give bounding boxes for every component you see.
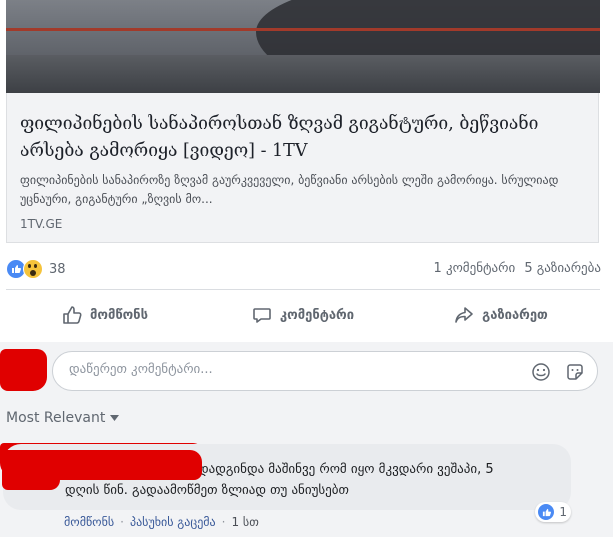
share-button[interactable]: გაზიარეთ — [402, 293, 600, 337]
comment-reply-link[interactable]: პასუხის გაცემა — [130, 515, 216, 529]
comment-composer[interactable] — [52, 351, 598, 391]
caret-down-icon — [110, 415, 120, 421]
link-source: 1TV.GE — [20, 217, 63, 231]
comment-count[interactable]: 1 კომენტარი — [434, 261, 516, 276]
comment-icon — [253, 308, 271, 323]
sticker-icon[interactable] — [565, 362, 585, 382]
sort-dropdown[interactable]: Most Relevant — [6, 410, 120, 426]
comment-reaction-count: 1 — [559, 505, 567, 519]
comment-text-line1: დადგინდა მაშინვე რომ იყო მკვდარი ვეშაპი,… — [198, 462, 494, 477]
post-stats: 1 კომენტარი 5 გაზიარება — [434, 261, 601, 276]
link-preview-image[interactable] — [6, 0, 600, 93]
reaction-count: 38 — [49, 261, 66, 277]
share-count[interactable]: 5 გაზიარება — [524, 261, 601, 276]
post-actions: მომწონს კომენტარი გაზიარეთ — [6, 293, 600, 337]
post-card: ფილიპინების სანაპიროსთან ზღვამ გიგანტური… — [0, 0, 613, 342]
comment-actions: მომწონს · პასუხის გაცემა · 1 სთ — [64, 515, 259, 529]
emoji-icon[interactable] — [531, 362, 551, 382]
comment-time[interactable]: 1 სთ — [231, 515, 258, 529]
link-description: ფილიპინების სანაპიროზე ზღვამ გაურკვეველი… — [20, 173, 559, 206]
thumbs-up-icon — [63, 306, 82, 324]
like-label: მომწონს — [90, 307, 148, 323]
separator: · — [120, 515, 124, 529]
share-label: გაზიარეთ — [482, 307, 548, 323]
share-icon — [455, 307, 473, 323]
comment-label: კომენტარი — [279, 307, 355, 323]
like-button[interactable]: მომწონს — [6, 293, 204, 337]
redacted-commenter-name-tail — [2, 468, 60, 490]
link-title[interactable]: ფილიპინების სანაპიროსთან ზღვამ გიგანტური… — [20, 111, 590, 165]
comment-like-link[interactable]: მომწონს — [64, 515, 114, 529]
comment-reactions[interactable]: 1 — [535, 502, 571, 522]
sort-label: Most Relevant — [6, 410, 106, 426]
link-preview[interactable]: ფილიპინების სანაპიროსთან ზღვამ გიგანტური… — [6, 93, 599, 243]
reactions-summary[interactable]: 38 — [6, 259, 66, 279]
wow-icon — [23, 259, 43, 279]
comment-section: Most Relevant დადგინდა მაშინვე რომ იყო მ… — [0, 342, 613, 537]
like-icon — [537, 503, 556, 521]
image-red-line — [6, 28, 600, 31]
image-water — [6, 55, 600, 93]
divider — [6, 289, 600, 290]
separator: · — [221, 515, 226, 529]
comment-button[interactable]: კომენტარი — [204, 293, 402, 337]
comment-text-line2: დღის წინ. გადაამოწმეთ ზლიად თუ ანიუსებთ — [65, 483, 349, 498]
comment-input[interactable] — [67, 361, 511, 378]
redacted-avatar — [0, 349, 47, 391]
